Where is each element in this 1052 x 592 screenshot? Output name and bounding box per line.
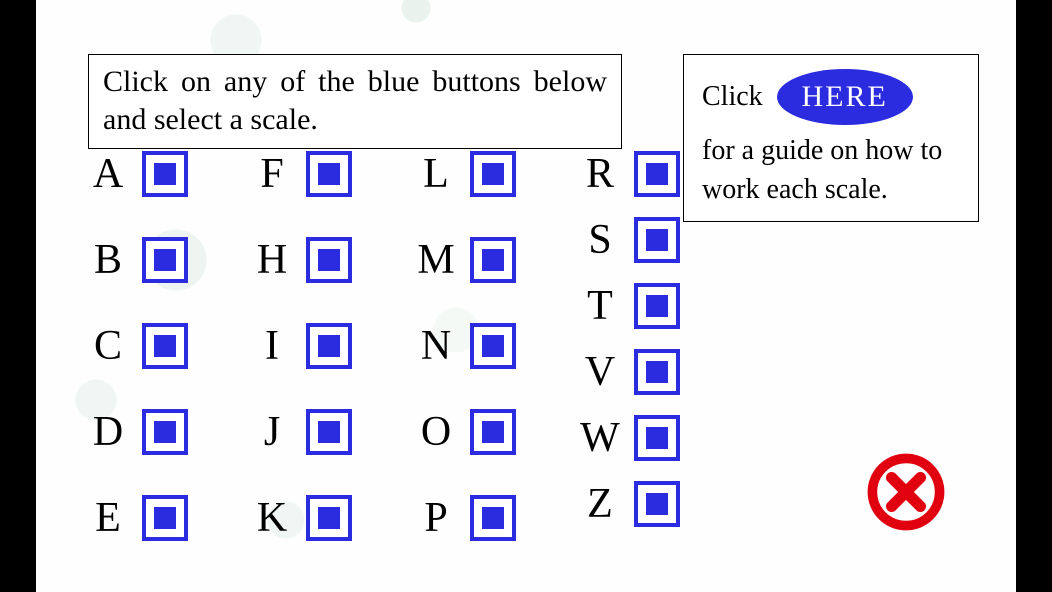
scale-letter-a: A	[84, 150, 132, 198]
scale-letter-c: C	[84, 322, 132, 370]
scale-letter-o: O	[412, 408, 460, 456]
scale-row-t: T	[576, 282, 680, 330]
scale-letter-r: R	[576, 150, 624, 198]
scale-row-k: K	[248, 494, 352, 542]
guide-here-button[interactable]: HERE	[777, 69, 913, 125]
guide-rest-text: for a guide on how to work each scale.	[702, 131, 966, 209]
scale-row-f: F	[248, 150, 352, 198]
square-icon	[154, 249, 176, 271]
scale-button-b[interactable]	[142, 237, 188, 283]
scale-row-b: B	[84, 236, 188, 284]
square-icon	[646, 493, 668, 515]
scale-columns: ABCDE FHIJK LMNOP RSTVWZ	[84, 150, 680, 542]
column-2: LMNOP	[412, 150, 516, 542]
square-icon	[646, 229, 668, 251]
scale-letter-j: J	[248, 408, 296, 456]
square-icon	[318, 421, 340, 443]
scale-letter-t: T	[576, 282, 624, 330]
scale-row-i: I	[248, 322, 352, 370]
scale-button-n[interactable]	[470, 323, 516, 369]
scale-button-i[interactable]	[306, 323, 352, 369]
scale-letter-k: K	[248, 494, 296, 542]
scale-row-p: P	[412, 494, 516, 542]
scale-letter-s: S	[576, 216, 624, 264]
square-icon	[482, 249, 504, 271]
scale-letter-w: W	[576, 414, 624, 462]
scale-row-s: S	[576, 216, 680, 264]
column-1: FHIJK	[248, 150, 352, 542]
scale-row-e: E	[84, 494, 188, 542]
square-icon	[318, 249, 340, 271]
square-icon	[482, 335, 504, 357]
scale-button-v[interactable]	[634, 349, 680, 395]
scale-letter-v: V	[576, 348, 624, 396]
scale-row-r: R	[576, 150, 680, 198]
scale-row-w: W	[576, 414, 680, 462]
scale-letter-i: I	[248, 322, 296, 370]
square-icon	[482, 507, 504, 529]
scale-letter-b: B	[84, 236, 132, 284]
scale-button-h[interactable]	[306, 237, 352, 283]
scale-row-l: L	[412, 150, 516, 198]
scale-button-f[interactable]	[306, 151, 352, 197]
scale-row-o: O	[412, 408, 516, 456]
instruction-box: Click on any of the blue buttons below a…	[88, 54, 622, 149]
scale-button-r[interactable]	[634, 151, 680, 197]
scale-letter-m: M	[412, 236, 460, 284]
scale-button-l[interactable]	[470, 151, 516, 197]
scale-letter-p: P	[412, 494, 460, 542]
square-icon	[154, 507, 176, 529]
square-icon	[646, 163, 668, 185]
square-icon	[482, 421, 504, 443]
scale-letter-e: E	[84, 494, 132, 542]
scale-button-d[interactable]	[142, 409, 188, 455]
scale-row-a: A	[84, 150, 188, 198]
square-icon	[154, 421, 176, 443]
scale-button-s[interactable]	[634, 217, 680, 263]
square-icon	[482, 163, 504, 185]
scale-button-m[interactable]	[470, 237, 516, 283]
column-0: ABCDE	[84, 150, 188, 542]
guide-box: Click HERE for a guide on how to work ea…	[683, 54, 979, 222]
square-icon	[154, 335, 176, 357]
square-icon	[646, 427, 668, 449]
scale-row-v: V	[576, 348, 680, 396]
scale-row-n: N	[412, 322, 516, 370]
scale-button-t[interactable]	[634, 283, 680, 329]
scale-letter-n: N	[412, 322, 460, 370]
scale-button-a[interactable]	[142, 151, 188, 197]
scale-row-h: H	[248, 236, 352, 284]
scale-letter-d: D	[84, 408, 132, 456]
square-icon	[318, 507, 340, 529]
scale-button-p[interactable]	[470, 495, 516, 541]
close-button[interactable]	[866, 452, 946, 532]
square-icon	[154, 163, 176, 185]
close-icon	[866, 452, 946, 532]
scale-button-c[interactable]	[142, 323, 188, 369]
scale-letter-l: L	[412, 150, 460, 198]
scale-button-w[interactable]	[634, 415, 680, 461]
column-3: RSTVWZ	[576, 150, 680, 542]
instruction-text: Click on any of the blue buttons below a…	[103, 65, 607, 136]
scale-letter-h: H	[248, 236, 296, 284]
square-icon	[646, 295, 668, 317]
square-icon	[318, 163, 340, 185]
scale-letter-z: Z	[576, 480, 624, 528]
scale-row-z: Z	[576, 480, 680, 528]
scale-row-d: D	[84, 408, 188, 456]
scale-row-j: J	[248, 408, 352, 456]
scale-button-e[interactable]	[142, 495, 188, 541]
scale-button-z[interactable]	[634, 481, 680, 527]
square-icon	[318, 335, 340, 357]
scale-button-j[interactable]	[306, 409, 352, 455]
stage: Click on any of the blue buttons below a…	[36, 0, 1016, 592]
scale-button-o[interactable]	[470, 409, 516, 455]
square-icon	[646, 361, 668, 383]
scale-row-c: C	[84, 322, 188, 370]
scale-row-m: M	[412, 236, 516, 284]
scale-button-k[interactable]	[306, 495, 352, 541]
guide-click-label: Click	[702, 77, 763, 116]
scale-letter-f: F	[248, 150, 296, 198]
